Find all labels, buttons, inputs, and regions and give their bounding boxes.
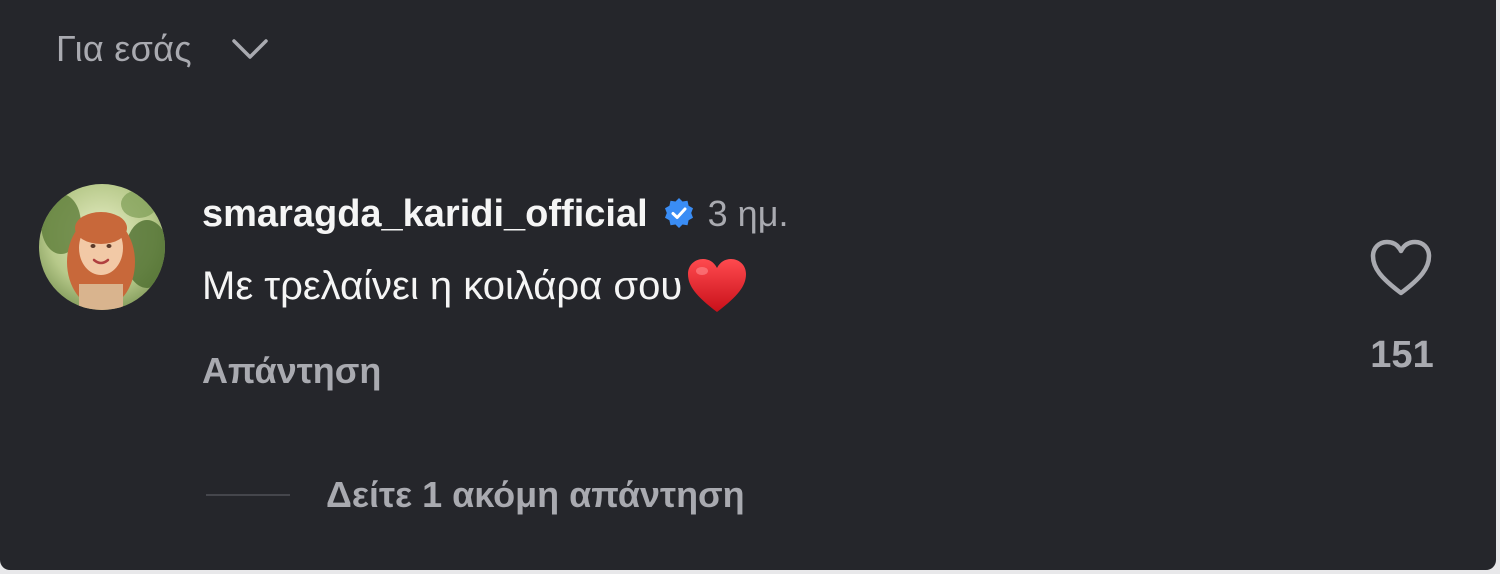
sort-label: Για εσάς <box>56 28 192 69</box>
username[interactable]: smaragda_karidi_official <box>202 193 648 236</box>
like-button[interactable] <box>1368 236 1434 300</box>
like-count: 151 <box>1370 334 1434 376</box>
divider-line <box>206 494 290 496</box>
comment-text: Με τρελαίνει η κοιλάρα σου <box>202 263 683 308</box>
comment-time: 3 ημ. <box>707 193 789 234</box>
comment: smaragda_karidi_official 3 ημ. Με τρελαί… <box>202 188 788 392</box>
comments-panel: Για εσάς smaragda_karidi_official 3 ημ. … <box>0 0 1496 570</box>
avatar[interactable] <box>39 184 165 310</box>
red-heart-emoji <box>686 258 748 314</box>
view-replies-label: Δείτε 1 ακόμη απάντηση <box>326 474 745 515</box>
sort-dropdown[interactable]: Για εσάς <box>56 28 270 70</box>
verified-badge-icon <box>662 197 696 231</box>
comment-header: smaragda_karidi_official 3 ημ. <box>202 188 788 240</box>
chevron-down-icon <box>230 29 270 69</box>
heart-outline-icon <box>1370 239 1432 296</box>
reply-button[interactable]: Απάντηση <box>202 350 788 392</box>
comment-body: Με τρελαίνει η κοιλάρα σου <box>202 256 788 316</box>
view-more-replies-button[interactable]: Δείτε 1 ακόμη απάντηση <box>206 474 745 516</box>
